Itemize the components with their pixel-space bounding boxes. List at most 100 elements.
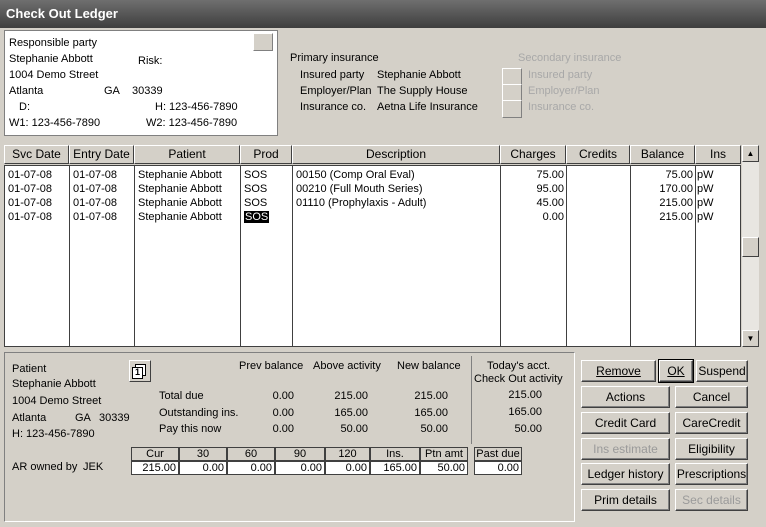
charges-cell: 0.00 [542, 211, 564, 223]
scroll-up-icon[interactable]: ▲ [742, 145, 759, 162]
header-balance[interactable]: Balance [630, 145, 695, 164]
pay-this-now-new: 50.00 [420, 423, 448, 435]
ins-cell: pW [697, 197, 714, 209]
header-charges[interactable]: Charges [500, 145, 566, 164]
sec-details-button[interactable]: Sec details [675, 489, 748, 511]
total-due-label: Total due [159, 390, 204, 402]
patient-cell: Stephanie Abbott [138, 183, 222, 195]
remove-entry-button[interactable]: Remove entry [581, 360, 656, 398]
aging-header-cur: Cur [131, 447, 179, 461]
primary-employer-value: The Supply House [377, 85, 468, 97]
aging-header-30: 30 [179, 447, 227, 461]
ok-button[interactable]: OK [658, 359, 694, 383]
primary-insured-value: Stephanie Abbott [377, 69, 461, 81]
pay-this-now-above: 50.00 [340, 423, 368, 435]
balance-cell: 215.00 [659, 197, 693, 209]
cancel-button[interactable]: Cancel [675, 386, 748, 408]
responsible-street: 1004 Demo Street [9, 69, 99, 81]
responsible-state: GA [104, 85, 120, 97]
outstanding-ins-prev: 0.00 [272, 407, 294, 419]
header-svc-date[interactable]: Svc Date [4, 145, 69, 164]
aging-header-120: 120 [325, 447, 370, 461]
header-description[interactable]: Description [292, 145, 500, 164]
secondary-employer-label: Employer/Plan [528, 85, 600, 97]
eligibility-button[interactable]: Eligibility [675, 438, 748, 460]
ins-estimate-button[interactable]: Ins estimate [581, 438, 670, 460]
svc-date-cell: 01-07-08 [8, 197, 53, 209]
ar-owned-label: AR owned by [12, 461, 78, 473]
actions-button[interactable]: Actions [581, 386, 670, 408]
aging-header-90: 90 [275, 447, 325, 461]
total-due-new: 215.00 [414, 390, 448, 402]
primary-insurance-title: Primary insurance [290, 52, 379, 64]
aging-value-120: 0.00 [325, 461, 370, 475]
secondary-company-label: Insurance co. [528, 101, 595, 113]
primary-company-label: Insurance co. [300, 101, 367, 113]
description-cell: 00150 (Comp Oral Eval) [296, 169, 415, 181]
prev-balance-header: Prev balance [239, 360, 304, 372]
prim-details-button[interactable]: Prim details [581, 489, 670, 511]
patient-state: GA [75, 412, 91, 424]
checkout-activity-header: Check Out activity [474, 373, 563, 385]
aging-header-ptn-amt: Ptn amt [420, 447, 468, 461]
header-credits[interactable]: Credits [566, 145, 630, 164]
scroll-down-icon[interactable]: ▼ [742, 330, 759, 347]
prod-cell: SOS [244, 183, 268, 195]
aging-value-ins: 165.00 [370, 461, 420, 475]
charges-cell: 75.00 [536, 169, 564, 181]
entry-date-cell: 01-07-08 [73, 169, 118, 181]
scroll-thumb[interactable] [742, 237, 759, 257]
suspend-button[interactable]: Suspend [696, 360, 748, 382]
description-cell: 01110 (Prophylaxis - Adult) [296, 197, 427, 209]
responsible-zip: 30339 [132, 85, 163, 97]
patient-cell: Stephanie Abbott [138, 197, 222, 209]
entry-date-cell: 01-07-08 [73, 211, 118, 223]
balance-cell: 75.00 [665, 169, 693, 181]
total-due-prev: 0.00 [272, 390, 294, 402]
carecredit-button[interactable]: CareCredit [675, 412, 748, 434]
aging-value-30: 0.00 [179, 461, 227, 475]
responsible-party-label: Responsible party [9, 37, 98, 49]
primary-insured-label: Insured party [300, 69, 365, 81]
header-patient[interactable]: Patient [134, 145, 240, 164]
balance-cell: 170.00 [659, 183, 693, 195]
pay-this-now-prev: 0.00 [272, 423, 294, 435]
balance-cell: 215.00 [659, 211, 693, 223]
aging-header-ins: Ins. [370, 447, 420, 461]
prod-cell-selected[interactable]: SOS [244, 211, 270, 223]
patient-phone: H: 123-456-7890 [12, 428, 95, 440]
patient-cell: Stephanie Abbott [138, 169, 222, 181]
responsible-d-phone: D: [19, 101, 30, 113]
outstanding-ins-today: 165.00 [508, 406, 542, 418]
primary-employer-label: Employer/Plan [300, 85, 372, 97]
prod-cell: SOS [244, 197, 268, 209]
credit-card-button[interactable]: Credit Card [581, 412, 670, 434]
secondary-company-button[interactable] [502, 100, 522, 118]
above-activity-header: Above activity [313, 360, 381, 372]
ledger-scrollbar[interactable]: ▲ ▼ [742, 145, 759, 347]
past-due-header: Past due [474, 447, 522, 461]
responsible-lookup-button[interactable] [253, 33, 273, 51]
header-ins[interactable]: Ins [695, 145, 741, 164]
responsible-city: Atlanta [9, 85, 44, 97]
ins-cell: pW [697, 169, 714, 181]
pay-this-now-today: 50.00 [514, 423, 542, 435]
secondary-insured-label: Insured party [528, 69, 593, 81]
prescriptions-button[interactable]: Prescriptions [675, 463, 748, 485]
copy-icon[interactable]: 1 [129, 360, 151, 382]
ins-cell: pW [697, 211, 714, 223]
aging-value-90: 0.00 [275, 461, 325, 475]
total-due-today: 215.00 [508, 389, 542, 401]
total-due-above: 215.00 [334, 390, 368, 402]
ledger-table[interactable]: 01-07-08 01-07-08 Stephanie Abbott SOS 0… [4, 165, 741, 347]
ins-cell: pW [697, 183, 714, 195]
risk-label: Risk: [138, 55, 163, 67]
header-entry-date[interactable]: Entry Date [69, 145, 134, 164]
entry-date-cell: 01-07-08 [73, 197, 118, 209]
ledger-history-button[interactable]: Ledger history [581, 463, 670, 485]
svc-date-cell: 01-07-08 [8, 169, 53, 181]
responsible-w1-phone: W1: 123-456-7890 [9, 117, 101, 129]
responsible-h-phone: H: 123-456-7890 [155, 101, 238, 113]
responsible-w2-phone: W2: 123-456-7890 [146, 117, 238, 129]
header-prod[interactable]: Prod [240, 145, 292, 164]
